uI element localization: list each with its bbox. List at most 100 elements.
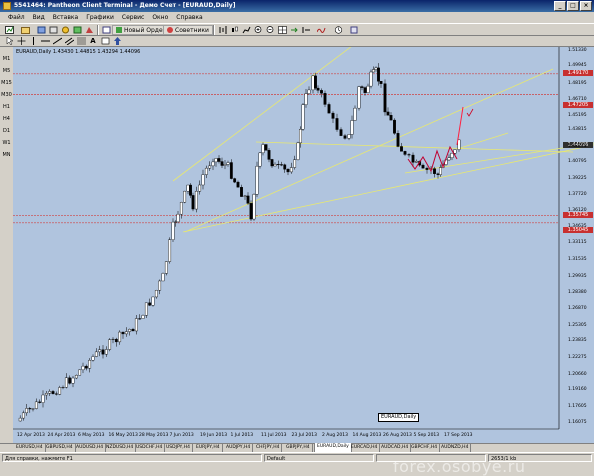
bull-candle xyxy=(141,315,145,319)
advisors-label: Советники xyxy=(175,26,209,34)
timeframe-m30[interactable]: M30 xyxy=(1,91,12,99)
window-controls: _ □ × xyxy=(554,1,592,11)
new-chart-icon[interactable] xyxy=(4,25,14,35)
candlestick-icon[interactable] xyxy=(229,25,239,35)
tab-eurusd[interactable]: EURUSD,H4 xyxy=(14,444,46,452)
bull-candle xyxy=(223,164,227,166)
arrows-icon[interactable] xyxy=(112,36,122,46)
menu-charts[interactable]: Графики xyxy=(82,12,118,23)
bear-candle xyxy=(316,87,320,91)
menu-file[interactable]: Файл xyxy=(4,12,29,23)
tab-eurjpy[interactable]: EURJPY,H4 xyxy=(194,444,223,452)
strategy-tester-icon[interactable] xyxy=(84,25,94,35)
text-tool-icon[interactable]: A xyxy=(88,36,98,46)
tab-nzdusd[interactable]: NZDUSD,H4 xyxy=(104,444,137,452)
tab-usdjpy[interactable]: USDJPY,H4 xyxy=(164,444,193,452)
bull-candle xyxy=(198,184,202,192)
bull-candle xyxy=(108,339,112,350)
bull-candle xyxy=(171,221,175,240)
timeframe-w1[interactable]: W1 xyxy=(1,139,12,147)
fibonacci-icon[interactable] xyxy=(76,36,86,46)
templates-icon[interactable] xyxy=(349,25,359,35)
date-label: 6 May 2013 xyxy=(78,433,105,438)
bar-chart-icon[interactable] xyxy=(217,25,227,35)
bear-candle xyxy=(343,135,347,139)
expert-advisors-button[interactable]: Советники xyxy=(163,25,213,35)
close-button[interactable]: × xyxy=(580,1,592,11)
timeframe-m1[interactable]: M1 xyxy=(1,55,12,63)
menu-insert[interactable]: Вставка xyxy=(49,12,82,23)
tile-windows-icon[interactable] xyxy=(277,25,287,35)
bear-candle xyxy=(267,150,271,160)
menu-tools[interactable]: Сервис xyxy=(118,12,148,23)
date-label: 19 Jun 2013 xyxy=(200,433,228,438)
tab-audjpy[interactable]: AUDJPY,H4 xyxy=(224,444,254,452)
bear-candle xyxy=(323,93,327,105)
chart-window[interactable]: EURAUD,Daily 1.43430 1.44815 1.43294 1.4… xyxy=(13,47,594,476)
crosshair-icon[interactable] xyxy=(16,36,26,46)
bear-candle xyxy=(131,328,135,332)
timeframe-h4[interactable]: H4 xyxy=(1,115,12,123)
timeframe-d1[interactable]: D1 xyxy=(1,127,12,135)
price-chart[interactable] xyxy=(13,47,594,443)
bull-candle xyxy=(299,129,302,144)
tab-audnzd[interactable]: AUDNZD,H4 xyxy=(439,444,472,452)
status-bar: Для справки, нажмите F1 Default 2653/1 k… xyxy=(0,452,594,462)
bull-candle xyxy=(214,158,218,163)
meta-editor-icon[interactable] xyxy=(101,25,111,35)
navigator-icon[interactable] xyxy=(60,25,70,35)
menu-help[interactable]: Справка xyxy=(172,12,206,23)
timeframe-m5[interactable]: M5 xyxy=(1,67,12,75)
line-chart-icon[interactable] xyxy=(241,25,251,35)
menu-window[interactable]: Окно xyxy=(148,12,172,23)
tab-chfjpy[interactable]: CHFJPY,H4 xyxy=(254,444,283,452)
tab-audcad[interactable]: AUDCAD,H4 xyxy=(379,444,412,452)
bull-candle xyxy=(91,356,95,361)
new-order-button[interactable]: Новый Ордер xyxy=(112,25,171,35)
indicators-icon[interactable] xyxy=(316,25,326,35)
cursor-icon[interactable] xyxy=(4,36,14,46)
trendline-icon[interactable] xyxy=(52,36,62,46)
profiles-icon[interactable] xyxy=(20,25,30,35)
zoom-out-icon[interactable] xyxy=(265,25,275,35)
vertical-line-icon[interactable] xyxy=(28,36,38,46)
bull-candle xyxy=(226,162,230,165)
horizontal-line-icon[interactable] xyxy=(40,36,50,46)
timeframe-mn[interactable]: MN xyxy=(1,151,12,159)
terminal-icon[interactable] xyxy=(72,25,82,35)
tab-usdchf[interactable]: USDCHF,H4 xyxy=(134,444,166,452)
timeframe-m15[interactable]: M15 xyxy=(1,79,12,87)
tab-gbpusd[interactable]: GBPUSD,H4 xyxy=(44,444,76,452)
bear-candle xyxy=(360,86,364,88)
bull-candle xyxy=(71,377,75,384)
maximize-button[interactable]: □ xyxy=(567,1,579,11)
market-watch-icon[interactable] xyxy=(36,25,46,35)
bear-candle xyxy=(320,90,323,94)
price-label: 1.37720 xyxy=(568,191,587,197)
tab-eurcad[interactable]: EURCAD,H4 xyxy=(349,444,381,452)
bull-candle xyxy=(118,331,122,343)
tab-gbpchf[interactable]: GBPCHF,H4 xyxy=(409,444,441,452)
bull-candle xyxy=(176,213,180,223)
bull-candle xyxy=(44,393,48,396)
autoscroll-icon[interactable] xyxy=(289,25,299,35)
label-tool-icon[interactable] xyxy=(100,36,110,46)
zoom-in-icon[interactable] xyxy=(253,25,263,35)
tab-gbpjpy[interactable]: GBPJPY,H4 xyxy=(284,444,313,452)
equidistant-channel-icon[interactable] xyxy=(64,36,74,46)
periods-icon[interactable] xyxy=(333,25,343,35)
bull-candle xyxy=(347,134,351,139)
date-label: 11 Jul 2013 xyxy=(261,433,287,438)
tab-audusd[interactable]: AUDUSD,H4 xyxy=(74,444,107,452)
bull-candle xyxy=(61,387,65,389)
timeframe-h1[interactable]: H1 xyxy=(1,103,12,111)
bear-candle xyxy=(276,164,280,166)
minimize-button[interactable]: _ xyxy=(554,1,566,11)
bull-candle xyxy=(31,408,35,410)
bull-candle xyxy=(58,387,62,395)
menu-view[interactable]: Вид xyxy=(29,12,49,23)
chart-shift-icon[interactable] xyxy=(301,25,311,35)
price-label: 1.34635 xyxy=(568,224,587,230)
data-window-icon[interactable] xyxy=(48,25,58,35)
price-label: 1.45195 xyxy=(568,112,587,118)
